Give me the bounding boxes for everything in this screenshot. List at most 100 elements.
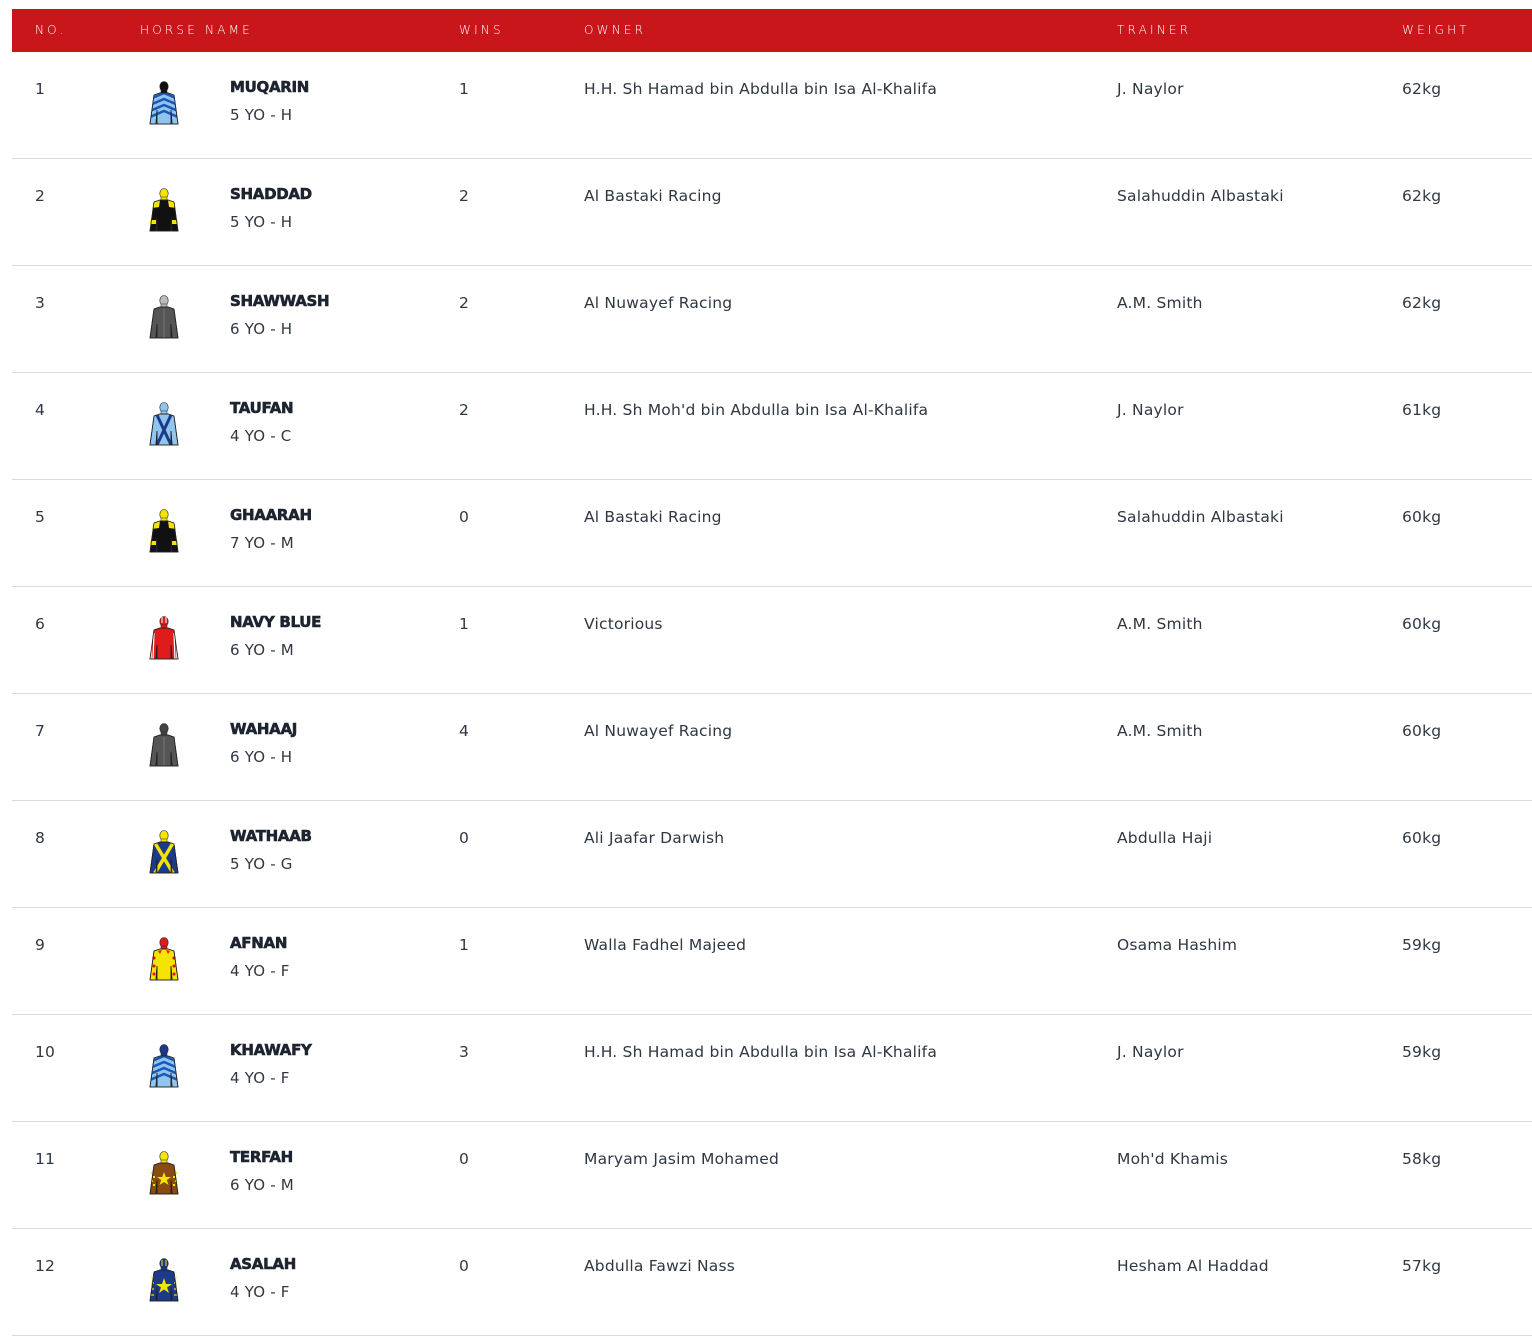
horse-name[interactable]: WATHAAB xyxy=(230,827,313,846)
horse-name-cell: WAHAAJ 6 YO - H xyxy=(230,720,298,766)
runner-number: 5 xyxy=(35,508,46,526)
runner-number: 9 xyxy=(35,936,46,954)
trainer-value: Hesham Al Haddad xyxy=(1117,1257,1269,1275)
trainer-value: Osama Hashim xyxy=(1117,936,1238,954)
horse-name-cell: KHAWAFY 4 YO - F xyxy=(230,1041,313,1087)
wins-value: 2 xyxy=(459,294,470,312)
horse-name[interactable]: AFNAN xyxy=(230,934,290,953)
wins-value: 2 xyxy=(459,187,470,205)
horse-name[interactable]: TAUFAN xyxy=(230,399,294,418)
table-row[interactable]: 5 GHAARAH 7 YO - M 0 Al Bastaki Racing S… xyxy=(12,480,1532,587)
runner-number: 11 xyxy=(35,1150,56,1168)
table-row[interactable]: 9 AFNAN 4 YO - F 1 Walla Fadhel Majeed O… xyxy=(12,908,1532,1015)
horse-age-sex: 4 YO - C xyxy=(230,427,292,445)
horse-age-sex: 6 YO - H xyxy=(230,320,293,338)
owner-value: Ali Jaafar Darwish xyxy=(584,829,725,847)
horse-name-cell: GHAARAH 7 YO - M xyxy=(230,506,313,552)
table-row[interactable]: 1 MUQARIN 5 YO - H 1 H.H. Sh Hamad bin A… xyxy=(12,52,1532,159)
weight-value: 62kg xyxy=(1402,80,1442,98)
horse-name[interactable]: WAHAAJ xyxy=(230,720,298,739)
horse-age-sex: 7 YO - M xyxy=(230,534,294,552)
horse-name[interactable]: SHADDAD xyxy=(230,185,313,204)
header-horse-name[interactable]: HORSE NAME xyxy=(140,9,253,52)
owner-value: Al Nuwayef Racing xyxy=(584,294,733,312)
table-row[interactable]: 7 WAHAAJ 6 YO - H 4 Al Nuwayef Racing A.… xyxy=(12,694,1532,801)
dark-grey-silk-icon xyxy=(142,722,186,768)
horse-name[interactable]: NAVY BLUE xyxy=(230,613,322,632)
horse-age-sex: 6 YO - M xyxy=(230,1176,294,1194)
wins-value: 3 xyxy=(459,1043,470,1061)
owner-value: Victorious xyxy=(584,615,663,633)
blue-yellow-star-silk-icon xyxy=(142,1257,186,1303)
horse-name[interactable]: KHAWAFY xyxy=(230,1041,313,1060)
table-row[interactable]: 2 SHADDAD 5 YO - H 2 Al Bastaki Racing S… xyxy=(12,159,1532,266)
weight-value: 57kg xyxy=(1402,1257,1442,1275)
wins-value: 1 xyxy=(459,80,470,98)
owner-value: H.H. Sh Hamad bin Abdulla bin Isa Al-Kha… xyxy=(584,1043,938,1061)
horse-name-cell: SHADDAD 5 YO - H xyxy=(230,185,313,231)
red-striped-sleeves-silk-icon xyxy=(142,615,186,661)
weight-value: 58kg xyxy=(1402,1150,1442,1168)
horse-age-sex: 5 YO - G xyxy=(230,855,293,873)
horse-name[interactable]: MUQARIN xyxy=(230,78,310,97)
runner-number: 2 xyxy=(35,187,46,205)
horse-age-sex: 5 YO - H xyxy=(230,213,293,231)
table-row[interactable]: 11 TERFAH 6 YO - M 0 Maryam Jasim Mohame… xyxy=(12,1122,1532,1229)
header-owner[interactable]: OWNER xyxy=(584,9,646,52)
trainer-value: J. Naylor xyxy=(1117,80,1184,98)
table-body: 1 MUQARIN 5 YO - H 1 H.H. Sh Hamad bin A… xyxy=(12,52,1532,1336)
grey-silk-icon xyxy=(142,294,186,340)
header-wins[interactable]: WINS xyxy=(459,9,504,52)
horse-name-cell: TAUFAN 4 YO - C xyxy=(230,399,294,445)
trainer-value: Salahuddin Albastaki xyxy=(1117,508,1284,526)
yellow-red-diamonds-silk-icon xyxy=(142,936,186,982)
horse-name[interactable]: TERFAH xyxy=(230,1148,294,1167)
runner-number: 12 xyxy=(35,1257,56,1275)
light-blue-chevrons-navy-cap-silk-icon xyxy=(142,1043,186,1089)
table-row[interactable]: 6 NAVY BLUE 6 YO - M 1 Victorious A.M. S… xyxy=(12,587,1532,694)
weight-value: 61kg xyxy=(1402,401,1442,419)
header-weight[interactable]: WEIGHT xyxy=(1402,9,1470,52)
horse-age-sex: 5 YO - H xyxy=(230,106,293,124)
runner-number: 4 xyxy=(35,401,46,419)
trainer-value: A.M. Smith xyxy=(1117,294,1203,312)
black-yellow-epaulets-silk-icon xyxy=(142,508,186,554)
trainer-value: A.M. Smith xyxy=(1117,722,1203,740)
table-row[interactable]: 4 TAUFAN 4 YO - C 2 H.H. Sh Moh'd bin Ab… xyxy=(12,373,1532,480)
table-row[interactable]: 8 WATHAAB 5 YO - G 0 Ali Jaafar Darwish … xyxy=(12,801,1532,908)
owner-value: Al Bastaki Racing xyxy=(584,187,722,205)
light-blue-chevrons-silk-icon xyxy=(142,80,186,126)
table-row[interactable]: 12 ASALAH 4 YO - F 0 Abdulla Fawzi Nass … xyxy=(12,1229,1532,1336)
runner-number: 10 xyxy=(35,1043,56,1061)
runner-number: 1 xyxy=(35,80,46,98)
wins-value: 0 xyxy=(459,829,470,847)
runners-table: NO. HORSE NAME WINS OWNER TRAINER WEIGHT… xyxy=(12,9,1532,1336)
runner-number: 7 xyxy=(35,722,46,740)
weight-value: 62kg xyxy=(1402,294,1442,312)
table-row[interactable]: 10 KHAWAFY 4 YO - F 3 H.H. Sh Hamad bin … xyxy=(12,1015,1532,1122)
trainer-value: Moh'd Khamis xyxy=(1117,1150,1229,1168)
weight-value: 62kg xyxy=(1402,187,1442,205)
header-no[interactable]: NO. xyxy=(35,9,66,52)
wins-value: 0 xyxy=(459,1257,470,1275)
trainer-value: J. Naylor xyxy=(1117,401,1184,419)
horse-name-cell: WATHAAB 5 YO - G xyxy=(230,827,313,873)
horse-age-sex: 6 YO - H xyxy=(230,748,293,766)
header-trainer[interactable]: TRAINER xyxy=(1117,9,1191,52)
wins-value: 0 xyxy=(459,508,470,526)
owner-value: Walla Fadhel Majeed xyxy=(584,936,747,954)
owner-value: Abdulla Fawzi Nass xyxy=(584,1257,736,1275)
owner-value: H.H. Sh Moh'd bin Abdulla bin Isa Al-Kha… xyxy=(584,401,929,419)
table-row[interactable]: 3 SHAWWASH 6 YO - H 2 Al Nuwayef Racing … xyxy=(12,266,1532,373)
horse-name[interactable]: GHAARAH xyxy=(230,506,313,525)
horse-age-sex: 4 YO - F xyxy=(230,962,290,980)
horse-name[interactable]: SHAWWASH xyxy=(230,292,330,311)
horse-age-sex: 4 YO - F xyxy=(230,1283,290,1301)
horse-name-cell: MUQARIN 5 YO - H xyxy=(230,78,310,124)
horse-name[interactable]: ASALAH xyxy=(230,1255,297,1274)
wins-value: 2 xyxy=(459,401,470,419)
weight-value: 60kg xyxy=(1402,615,1442,633)
weight-value: 60kg xyxy=(1402,829,1442,847)
brown-yellow-star-silk-icon xyxy=(142,1150,186,1196)
light-blue-cross-belts-silk-icon xyxy=(142,401,186,447)
